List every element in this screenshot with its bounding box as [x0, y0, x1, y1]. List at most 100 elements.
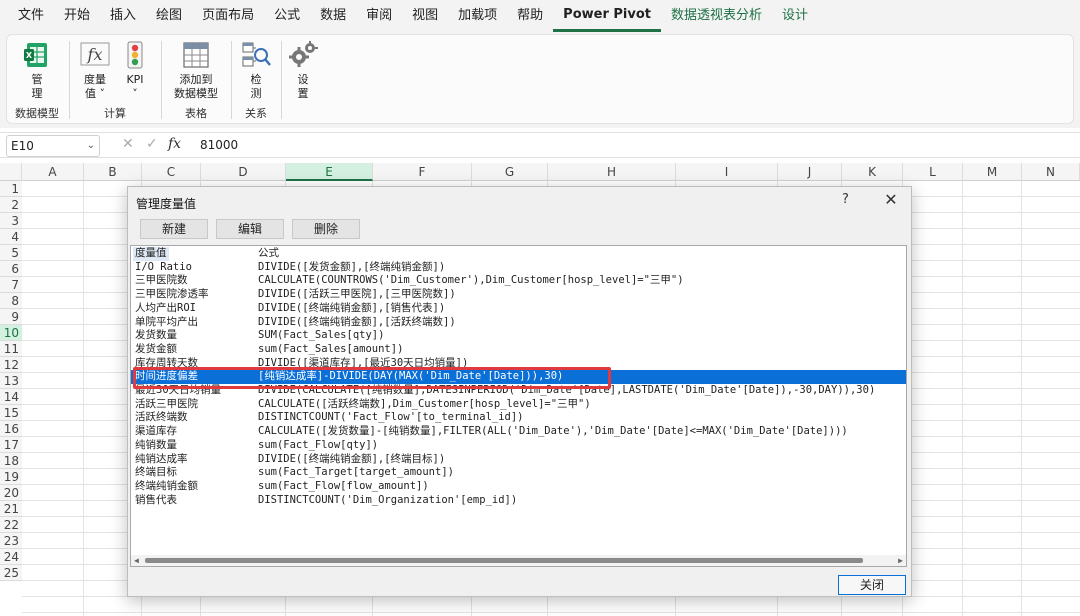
row-header[interactable]: 16 [0, 421, 22, 437]
tab-6[interactable]: 数据 [310, 0, 356, 32]
row-header[interactable]: 21 [0, 501, 22, 517]
column-header[interactable]: E [286, 163, 373, 181]
check-icon[interactable]: ✓ [146, 136, 158, 152]
close-icon[interactable]: ✕ [880, 189, 902, 211]
settings-button[interactable]: 设 置 [285, 39, 321, 101]
list-item[interactable]: 活跃终端数 DISTINCTCOUNT('Fact_Flow'[to_termin… [131, 411, 906, 425]
name-box[interactable]: E10 ⌄ [6, 135, 100, 157]
chevron-down-icon[interactable]: ⌄ [87, 136, 95, 156]
formula-input[interactable]: 81000 [200, 138, 238, 152]
scrollbar-thumb[interactable] [145, 558, 863, 563]
row-header[interactable]: 9 [0, 309, 22, 325]
measure-formula: DIVIDE([终端纯销金额],[销售代表]) [258, 301, 446, 314]
column-header[interactable]: B [84, 163, 142, 181]
list-item[interactable]: 终端纯销金额 sum(Fact_Flow[flow_amount]) [131, 480, 906, 494]
list-item[interactable]: 三甲医院渗透率 DIVIDE([活跃三甲医院],[三甲医院数]) [131, 288, 906, 302]
manage-button[interactable]: X 管 理 [19, 39, 55, 101]
row-header[interactable]: 17 [0, 437, 22, 453]
row-header[interactable]: 20 [0, 485, 22, 501]
column-header[interactable]: F [373, 163, 472, 181]
column-header[interactable]: N [1022, 163, 1080, 181]
tab-7[interactable]: 审阅 [356, 0, 402, 32]
tab-0[interactable]: 文件 [8, 0, 54, 32]
tab-4[interactable]: 页面布局 [192, 0, 264, 32]
list-item[interactable]: 单院平均产出 DIVIDE([终端纯销金额],[活跃终端数]) [131, 316, 906, 330]
group-label-tables: 表格 [185, 107, 207, 120]
column-header[interactable]: A [22, 163, 84, 181]
row-header[interactable]: 13 [0, 373, 22, 389]
measure-formula: DISTINCTCOUNT('Dim_Organization'[emp_id]… [258, 493, 518, 506]
list-item[interactable]: 销售代表 DISTINCTCOUNT('Dim_Organization'[emp… [131, 494, 906, 508]
column-header[interactable]: M [963, 163, 1022, 181]
row-header[interactable]: 5 [0, 245, 22, 261]
row-header[interactable]: 22 [0, 517, 22, 533]
column-header[interactable]: D [201, 163, 286, 181]
detect-button[interactable]: 检 测 [238, 39, 274, 101]
row-header[interactable]: 19 [0, 469, 22, 485]
row-header[interactable]: 3 [0, 213, 22, 229]
list-item[interactable]: I/O Ratio DIVIDE([发货金额],[终端纯销金额]) [131, 261, 906, 275]
column-header[interactable]: L [903, 163, 963, 181]
insert-function-button[interactable]: fx [168, 136, 181, 152]
row-header[interactable]: 15 [0, 405, 22, 421]
row-header[interactable]: 12 [0, 357, 22, 373]
column-header[interactable]: J [778, 163, 842, 181]
row-header[interactable]: 4 [0, 229, 22, 245]
ribbon-separator [69, 41, 70, 119]
detect-icon [242, 42, 271, 67]
row-header[interactable]: 1 [0, 181, 22, 197]
row-header[interactable]: 23 [0, 533, 22, 549]
measure-formula: CALCULATE(COUNTROWS('Dim_Customer'),Dim_… [258, 274, 684, 287]
column-header[interactable]: I [676, 163, 778, 181]
delete-button[interactable]: 删除 [292, 219, 360, 239]
tab-3[interactable]: 绘图 [146, 0, 192, 32]
scroll-right-icon[interactable]: ▶ [898, 556, 903, 565]
row-header[interactable]: 11 [0, 341, 22, 357]
horizontal-scrollbar[interactable]: ◀ ▶ [131, 555, 906, 566]
select-all-corner[interactable] [0, 163, 22, 181]
tab-10[interactable]: 帮助 [507, 0, 553, 32]
list-item[interactable]: 纯销数量 sum(Fact_Flow[qty]) [131, 439, 906, 453]
group-label-relationships: 关系 [245, 107, 267, 120]
list-item[interactable]: 活跃三甲医院 CALCULATE([活跃终端数],Dim_Customer[hos… [131, 398, 906, 412]
column-header[interactable]: C [142, 163, 201, 181]
add-to-data-model-button[interactable]: 添加到 数据模型 [167, 39, 225, 101]
row-header[interactable]: 25 [0, 565, 22, 581]
list-item[interactable]: 纯销达成率 DIVIDE([终端纯销金额],[终端目标]) [131, 453, 906, 467]
row-header[interactable]: 2 [0, 197, 22, 213]
measures-list[interactable]: 度量值 公式 I/O Ratio DIVIDE([发货金额],[终端纯销金额]) 三… [130, 245, 907, 567]
list-item[interactable]: 发货数量 SUM(Fact_Sales[qty]) [131, 329, 906, 343]
tab-5[interactable]: 公式 [264, 0, 310, 32]
row-header[interactable]: 10 [0, 325, 22, 341]
row-header[interactable]: 18 [0, 453, 22, 469]
measure-button[interactable]: fx 度量 值 ˅ [77, 39, 113, 101]
tab-9[interactable]: 加载项 [448, 0, 507, 32]
scroll-left-icon[interactable]: ◀ [134, 556, 139, 565]
new-button[interactable]: 新建 [140, 219, 208, 239]
tab-11[interactable]: Power Pivot [553, 0, 661, 32]
cancel-icon[interactable]: ✕ [122, 136, 134, 152]
column-header[interactable]: G [472, 163, 548, 181]
list-item[interactable]: 人均产出ROI DIVIDE([终端纯销金额],[销售代表]) [131, 302, 906, 316]
tab-2[interactable]: 插入 [100, 0, 146, 32]
list-item[interactable]: 终端目标 sum(Fact_Target[target_amount]) [131, 466, 906, 480]
row-header[interactable]: 24 [0, 549, 22, 565]
column-header[interactable]: H [548, 163, 676, 181]
list-item[interactable]: 渠道库存 CALCULATE([发货数量]-[纯销数量],FILTER(ALL('… [131, 425, 906, 439]
tab-1[interactable]: 开始 [54, 0, 100, 32]
tab-8[interactable]: 视图 [402, 0, 448, 32]
list-item[interactable]: 发货金额 sum(Fact_Sales[amount]) [131, 343, 906, 357]
row-header[interactable]: 14 [0, 389, 22, 405]
kpi-button[interactable]: KPI ˅ [117, 39, 153, 101]
tab-12[interactable]: 数据透视表分析 [661, 0, 772, 32]
close-button[interactable]: 关闭 [838, 575, 906, 595]
column-header[interactable]: K [842, 163, 903, 181]
add-to-data-model-label: 添加到 数据模型 [174, 73, 218, 100]
row-header[interactable]: 8 [0, 293, 22, 309]
list-item[interactable]: 三甲医院数 CALCULATE(COUNTROWS('Dim_Customer')… [131, 274, 906, 288]
tab-13[interactable]: 设计 [772, 0, 818, 32]
help-button[interactable]: ? [842, 192, 849, 207]
edit-button[interactable]: 编辑 [216, 219, 284, 239]
row-header[interactable]: 7 [0, 277, 22, 293]
row-header[interactable]: 6 [0, 261, 22, 277]
